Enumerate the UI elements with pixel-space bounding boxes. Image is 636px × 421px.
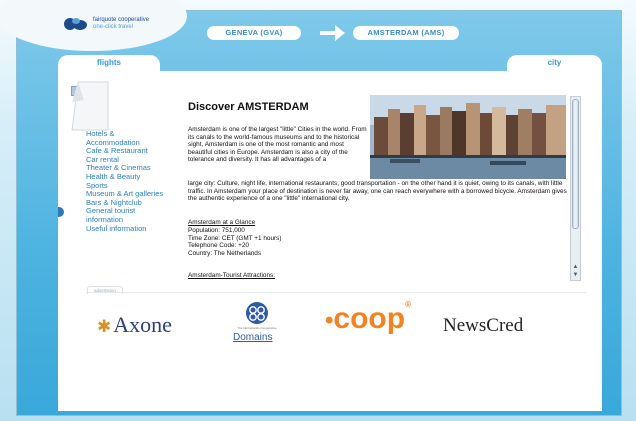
- right-arrow-icon: [320, 25, 345, 41]
- brand-line1: fairquote cooperative: [93, 17, 150, 23]
- domains-subtitle: The Netherlands Cooperative: [237, 326, 277, 330]
- newscred-logo[interactable]: NewsCred: [443, 315, 523, 337]
- brand-name[interactable]: fairquote cooperative one-click travel: [93, 17, 149, 31]
- destination-pill[interactable]: AMSTERDAM (AMS): [353, 26, 459, 40]
- glance-section: Amsterdam at a Glance Population: 751,00…: [188, 219, 388, 258]
- timezone-text: Time Zone: CET (GMT +1 hours): [188, 234, 282, 242]
- nav-item[interactable]: Useful information: [86, 224, 178, 234]
- scrollbar-thumb[interactable]: [572, 99, 579, 229]
- scroll-up-icon[interactable]: ▲: [571, 263, 580, 271]
- origin-pill[interactable]: GENEVA (GVA): [207, 26, 301, 40]
- glance-heading[interactable]: Amsterdam at a Glance: [188, 219, 388, 227]
- scroll-down-icon[interactable]: ▼: [571, 271, 580, 279]
- city-nav: Hotels & Accommodation Cafe & Restaurant…: [86, 129, 178, 234]
- coop-logo[interactable]: •coop®: [325, 300, 411, 336]
- brand-tagline: one-click travel: [93, 24, 134, 30]
- domains-logo-icon[interactable]: [242, 300, 272, 326]
- amsterdam-photo: [370, 95, 566, 179]
- article-intro: Amsterdam is one of the largest "little"…: [188, 126, 367, 164]
- axone-logo[interactable]: ✱Axone: [97, 312, 172, 338]
- axone-label: Axone: [113, 312, 172, 337]
- article-continuation: large city: Culture, night life, interna…: [188, 180, 567, 203]
- country-text: Country: The Netherlands: [188, 250, 262, 258]
- page-title: Discover AMSTERDAM: [188, 101, 309, 113]
- telephone-text: Telephone Code: +20: [188, 242, 249, 250]
- content-scrollbar[interactable]: ▲ ▼: [570, 96, 581, 281]
- coop-label: coop: [333, 302, 406, 335]
- brand-logo-icon[interactable]: [63, 17, 89, 31]
- domains-link[interactable]: Domains: [233, 332, 272, 343]
- ad-divider: [86, 292, 586, 293]
- page-curl-icon: [71, 81, 109, 131]
- axone-star-icon: ✱: [97, 317, 112, 336]
- attractions-heading[interactable]: Amsterdam-Tourist Attractions:: [188, 272, 275, 279]
- population-text: Population: 751,000: [188, 226, 245, 234]
